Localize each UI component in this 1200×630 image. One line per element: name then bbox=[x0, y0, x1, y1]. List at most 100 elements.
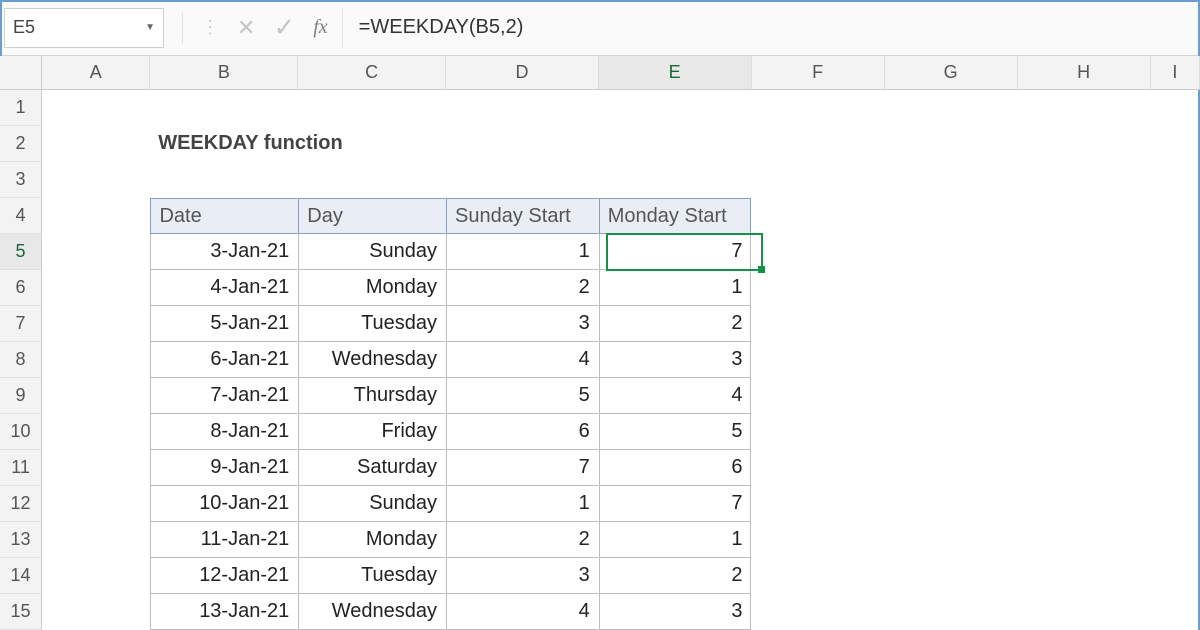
cell-C8[interactable]: Wednesday bbox=[298, 342, 446, 378]
cell-I6[interactable] bbox=[1151, 270, 1200, 306]
cell-G12[interactable] bbox=[885, 486, 1018, 522]
cell-E3[interactable] bbox=[599, 162, 752, 198]
cell-G8[interactable] bbox=[885, 342, 1018, 378]
cell-D12[interactable]: 1 bbox=[446, 486, 599, 522]
cell-B3[interactable] bbox=[150, 162, 298, 198]
name-box[interactable]: E5 ▼ bbox=[4, 8, 164, 48]
cell-B9[interactable]: 7-Jan-21 bbox=[150, 378, 298, 414]
row-header-12[interactable]: 12 bbox=[0, 486, 42, 522]
cell-D8[interactable]: 4 bbox=[446, 342, 599, 378]
cancel-icon[interactable]: ✕ bbox=[237, 15, 255, 41]
row-header-13[interactable]: 13 bbox=[0, 522, 42, 558]
col-header-B[interactable]: B bbox=[150, 56, 298, 89]
row-header-3[interactable]: 3 bbox=[0, 162, 42, 198]
cell-I11[interactable] bbox=[1151, 450, 1200, 486]
cell-E15[interactable]: 3 bbox=[599, 594, 752, 630]
cell-A12[interactable] bbox=[42, 486, 150, 522]
cell-C3[interactable] bbox=[298, 162, 446, 198]
cell-E10[interactable]: 5 bbox=[599, 414, 752, 450]
cell-F9[interactable] bbox=[751, 378, 884, 414]
cell-A11[interactable] bbox=[42, 450, 150, 486]
cell-C1[interactable] bbox=[298, 90, 446, 126]
cell-A3[interactable] bbox=[42, 162, 150, 198]
cell-D13[interactable]: 2 bbox=[446, 522, 599, 558]
cell-G7[interactable] bbox=[885, 306, 1018, 342]
cell-D9[interactable]: 5 bbox=[446, 378, 599, 414]
cell-F2[interactable] bbox=[752, 126, 885, 162]
formula-input[interactable]: =WEEKDAY(B5,2) bbox=[342, 8, 1200, 48]
cell-B13[interactable]: 11-Jan-21 bbox=[150, 522, 298, 558]
cell-F15[interactable] bbox=[751, 594, 884, 630]
cell-A7[interactable] bbox=[42, 306, 150, 342]
cell-H2[interactable] bbox=[1018, 126, 1151, 162]
col-header-D[interactable]: D bbox=[446, 56, 599, 89]
cell-A2[interactable] bbox=[42, 126, 150, 162]
cell-I12[interactable] bbox=[1151, 486, 1200, 522]
row-header-15[interactable]: 15 bbox=[0, 594, 42, 630]
cell-H15[interactable] bbox=[1018, 594, 1151, 630]
col-header-H[interactable]: H bbox=[1018, 56, 1151, 89]
cell-G4[interactable] bbox=[885, 198, 1018, 234]
cell-G11[interactable] bbox=[885, 450, 1018, 486]
row-header-4[interactable]: 4 bbox=[0, 198, 42, 234]
cell-B14[interactable]: 12-Jan-21 bbox=[150, 558, 298, 594]
cell-H5[interactable] bbox=[1018, 234, 1151, 270]
row-header-5[interactable]: 5 bbox=[0, 234, 42, 270]
cell-C11[interactable]: Saturday bbox=[298, 450, 446, 486]
cell-C15[interactable]: Wednesday bbox=[298, 594, 446, 630]
cell-F4[interactable] bbox=[751, 198, 884, 234]
cell-E2[interactable] bbox=[600, 126, 752, 162]
col-header-C[interactable]: C bbox=[298, 56, 446, 89]
cell-I7[interactable] bbox=[1151, 306, 1200, 342]
sheet[interactable]: ABCDEFGHI 12WEEKDAY function34DateDaySun… bbox=[0, 56, 1200, 630]
enter-icon[interactable]: ✓ bbox=[273, 12, 295, 43]
cell-A1[interactable] bbox=[42, 90, 150, 126]
dropdown-icon[interactable]: ▼ bbox=[145, 22, 155, 33]
cell-A14[interactable] bbox=[42, 558, 150, 594]
cell-H12[interactable] bbox=[1018, 486, 1151, 522]
cell-D15[interactable]: 4 bbox=[446, 594, 599, 630]
cell-B8[interactable]: 6-Jan-21 bbox=[150, 342, 298, 378]
cell-E9[interactable]: 4 bbox=[599, 378, 752, 414]
row-header-7[interactable]: 7 bbox=[0, 306, 42, 342]
cell-E6[interactable]: 1 bbox=[599, 270, 752, 306]
cell-F7[interactable] bbox=[751, 306, 884, 342]
cell-D14[interactable]: 3 bbox=[446, 558, 599, 594]
select-all-corner[interactable] bbox=[0, 56, 42, 90]
cell-B7[interactable]: 5-Jan-21 bbox=[150, 306, 298, 342]
cell-G15[interactable] bbox=[885, 594, 1018, 630]
fx-icon[interactable]: fx bbox=[313, 16, 327, 39]
cell-A9[interactable] bbox=[42, 378, 150, 414]
cell-B11[interactable]: 9-Jan-21 bbox=[150, 450, 298, 486]
cell-H14[interactable] bbox=[1018, 558, 1151, 594]
cell-H13[interactable] bbox=[1018, 522, 1151, 558]
cell-B12[interactable]: 10-Jan-21 bbox=[150, 486, 298, 522]
cell-G13[interactable] bbox=[885, 522, 1018, 558]
cell-F1[interactable] bbox=[751, 90, 884, 126]
cell-C5[interactable]: Sunday bbox=[298, 234, 446, 270]
cell-G10[interactable] bbox=[885, 414, 1018, 450]
cell-B4[interactable]: Date bbox=[150, 198, 298, 234]
cell-F8[interactable] bbox=[751, 342, 884, 378]
cell-D2[interactable] bbox=[448, 126, 600, 162]
cell-I14[interactable] bbox=[1151, 558, 1200, 594]
cell-F10[interactable] bbox=[751, 414, 884, 450]
cell-C7[interactable]: Tuesday bbox=[298, 306, 446, 342]
cell-E7[interactable]: 2 bbox=[599, 306, 752, 342]
cell-C10[interactable]: Friday bbox=[298, 414, 446, 450]
row-header-14[interactable]: 14 bbox=[0, 558, 42, 594]
cell-B1[interactable] bbox=[150, 90, 298, 126]
cell-I9[interactable] bbox=[1151, 378, 1200, 414]
cell-G5[interactable] bbox=[885, 234, 1018, 270]
cell-I10[interactable] bbox=[1151, 414, 1200, 450]
cell-C9[interactable]: Thursday bbox=[298, 378, 446, 414]
cell-F3[interactable] bbox=[751, 162, 884, 198]
cell-C12[interactable]: Sunday bbox=[298, 486, 446, 522]
cell-E8[interactable]: 3 bbox=[599, 342, 752, 378]
cell-I5[interactable] bbox=[1151, 234, 1200, 270]
row-header-1[interactable]: 1 bbox=[0, 90, 42, 126]
cell-C6[interactable]: Monday bbox=[298, 270, 446, 306]
cell-G1[interactable] bbox=[884, 90, 1017, 126]
col-header-G[interactable]: G bbox=[885, 56, 1018, 89]
cell-C2[interactable] bbox=[300, 126, 447, 162]
